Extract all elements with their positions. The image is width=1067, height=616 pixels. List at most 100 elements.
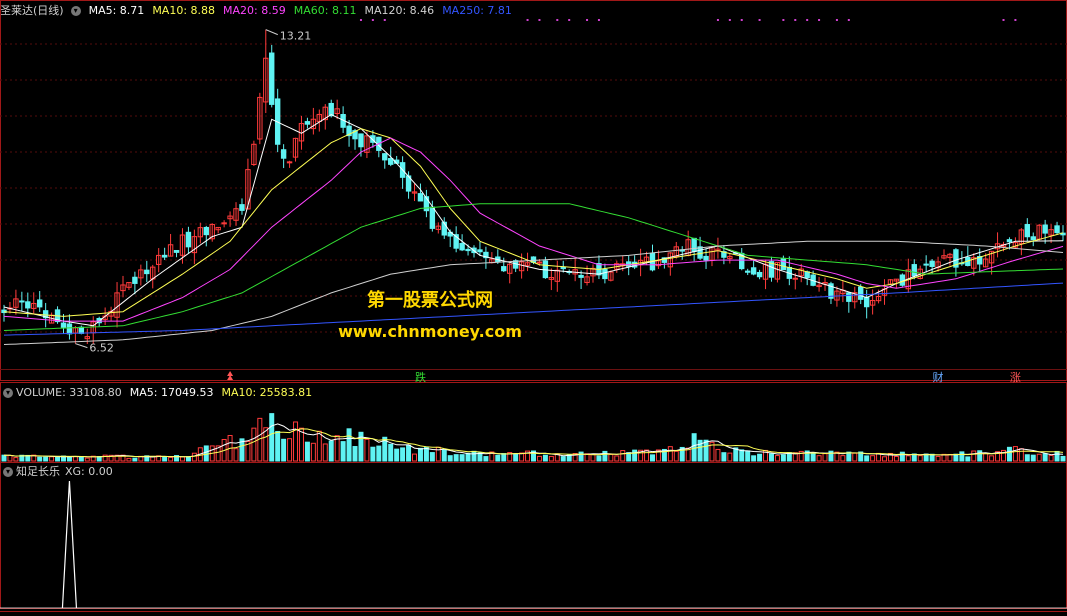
watermark-title: 第一股票公式网	[367, 290, 493, 311]
volume-bar-161	[959, 451, 965, 462]
volume-bar-34	[203, 445, 209, 462]
candle-body-169	[1006, 239, 1013, 243]
event-dot	[1002, 19, 1005, 21]
volume-bar-58	[346, 428, 352, 462]
volume-bar-39	[233, 448, 239, 462]
volume-bar-99	[590, 453, 596, 462]
volume-bar-116	[691, 433, 697, 462]
volume-bar-176	[1048, 454, 1054, 462]
volume-bar-65	[388, 443, 394, 462]
volume-bar-51	[304, 441, 310, 462]
volume-bar-166	[989, 455, 995, 462]
volume-bar-163	[971, 450, 977, 462]
candle-body-126	[750, 267, 757, 275]
volume-bar-42	[251, 427, 257, 462]
event-marker-3: 涨	[1010, 371, 1021, 384]
volume-bar-151	[899, 451, 905, 462]
volume-bar-81	[483, 456, 489, 462]
volume-bar-101	[602, 450, 608, 462]
candle-body-24	[144, 269, 150, 275]
volume-bar-145	[864, 455, 870, 462]
volume-bar-83	[495, 454, 501, 462]
event-dot	[835, 19, 838, 21]
event-dot	[716, 19, 719, 21]
event-dot	[568, 19, 571, 21]
event-dot	[847, 19, 850, 21]
candle-body-48	[286, 161, 293, 164]
volume-bar-174	[1036, 453, 1042, 462]
volume-bar-86	[513, 453, 519, 462]
event-dot	[586, 19, 589, 21]
volume-bar-84	[501, 453, 507, 462]
candle-body-55	[328, 102, 334, 117]
candle-body-65	[388, 158, 394, 165]
volume-bar-91	[542, 454, 548, 462]
volume-bar-154	[917, 455, 923, 462]
candle-body-131	[780, 257, 787, 271]
volume-bar-52	[310, 442, 316, 462]
volume-bar-21	[126, 457, 132, 462]
volume-bar-177	[1054, 450, 1060, 462]
indicator-panel-border	[0, 462, 1067, 609]
volume-bar-69	[412, 453, 418, 462]
volume-bar-80	[477, 452, 483, 462]
volume-bar-22	[132, 457, 138, 462]
volume-bar-27	[162, 457, 168, 462]
volume-bar-28	[168, 456, 174, 462]
volume-bar-97	[578, 451, 584, 462]
volume-bar-146	[870, 455, 876, 462]
event-dot	[794, 19, 797, 21]
volume-bar-59	[352, 446, 358, 462]
volume-bar-67	[400, 447, 406, 462]
volume-bar-169	[1006, 446, 1012, 462]
event-dot	[597, 19, 600, 21]
xg-signal-spike	[61, 480, 78, 609]
volume-bar-90	[536, 455, 542, 462]
candle-body-34	[203, 226, 209, 236]
watermark-url: www.chnmoney.com	[338, 322, 522, 341]
volume-bar-109	[649, 454, 655, 462]
candle-body-125	[744, 270, 751, 273]
volume-bar-48	[287, 438, 293, 462]
volume-bar-141	[840, 455, 846, 462]
volume-bar-162	[965, 456, 971, 462]
candle-body-97	[578, 274, 584, 278]
volume-bar-138	[822, 453, 828, 462]
candle-body-77	[459, 243, 465, 251]
volume-bar-31	[185, 456, 191, 462]
event-dot	[383, 19, 386, 21]
volume-bar-125	[745, 450, 751, 462]
candle-body-177	[1054, 225, 1060, 234]
high-pointer	[265, 29, 278, 36]
candle-body-70	[417, 193, 424, 202]
candle-body-29	[173, 249, 180, 253]
event-dot	[538, 19, 541, 21]
candle-body-64	[382, 153, 388, 161]
candle-body-22	[132, 276, 138, 284]
volume-bar-159	[947, 453, 953, 462]
volume-bar-165	[983, 453, 989, 462]
candle-body-133	[792, 277, 798, 280]
candle-body-172	[1024, 224, 1031, 238]
candle-body-116	[691, 237, 697, 252]
event-dot	[728, 19, 731, 21]
volume-bar-113	[673, 450, 679, 462]
volume-bar-79	[471, 450, 477, 462]
volume-bar-32	[191, 452, 197, 462]
candle-body-80	[477, 249, 483, 253]
volume-bar-136	[810, 453, 816, 462]
volume-bar-104	[620, 450, 626, 462]
candle-body-11	[66, 323, 73, 335]
volume-bar-57	[340, 441, 346, 462]
candle-body-145	[863, 296, 870, 308]
event-dot	[740, 19, 743, 21]
volume-bar-46	[275, 431, 281, 462]
volume-bar-120	[715, 448, 721, 462]
event-dot	[359, 19, 362, 21]
candle-body-60	[358, 133, 364, 148]
candle-body-118	[703, 255, 709, 261]
volume-bar-66	[394, 448, 400, 462]
volume-bar-173	[1030, 454, 1036, 462]
volume-bar-102	[608, 453, 614, 462]
event-dot	[371, 19, 374, 21]
